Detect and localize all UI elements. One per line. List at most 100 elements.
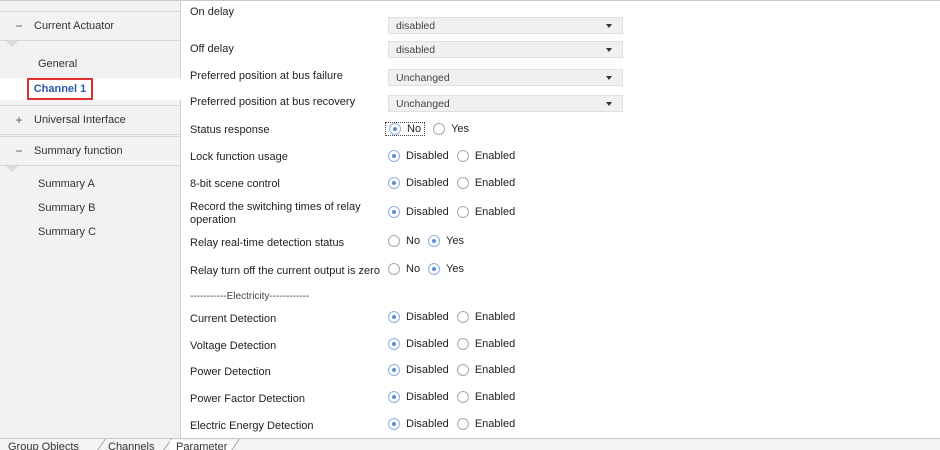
radio-option-disabled[interactable]: Disabled: [388, 338, 449, 350]
radio-selected-icon: [388, 177, 400, 189]
radio-label: Yes: [446, 263, 465, 275]
radio-label: Disabled: [406, 391, 449, 403]
radio-selected-icon: [428, 263, 441, 275]
radio-selected-icon: [388, 364, 400, 376]
tree-group-universal-interface[interactable]: + Universal Interface: [0, 105, 181, 135]
current-detection-radio-group: Disabled Enabled: [388, 311, 523, 323]
radio-option-yes[interactable]: Yes: [428, 235, 464, 247]
chevron-down-icon: [606, 24, 612, 28]
tab-divider: [95, 439, 106, 450]
tree-notch-icon: [6, 41, 18, 47]
tree-group-current-actuator[interactable]: − Current Actuator: [0, 11, 181, 41]
param-label: Power Factor Detection: [190, 393, 305, 405]
select-value: Unchanged: [396, 71, 450, 84]
radio-unselected-icon: [456, 338, 469, 350]
radio-label: Enabled: [474, 206, 516, 218]
sidebar-item-summary-c[interactable]: Summary C: [38, 226, 96, 238]
radio-option-enabled[interactable]: Enabled: [456, 311, 516, 323]
sidebar-item-general[interactable]: General: [38, 58, 77, 70]
tab-parameter[interactable]: Parameter: [170, 440, 234, 450]
radio-option-no[interactable]: No: [388, 263, 420, 275]
param-label: 8-bit scene control: [190, 178, 280, 190]
radio-unselected-icon: [456, 177, 469, 189]
radio-option-no[interactable]: No: [385, 122, 426, 136]
param-label: Record the switching times of relay oper…: [190, 201, 361, 226]
radio-option-enabled[interactable]: Enabled: [456, 391, 516, 403]
tree-group-summary-function[interactable]: − Summary function: [0, 136, 181, 166]
sidebar-item-summary-b[interactable]: Summary B: [38, 202, 95, 214]
lock-function-radio-group: Disabled Enabled: [388, 150, 523, 162]
radio-label: Enabled: [474, 150, 516, 162]
sidebar-item-summary-a[interactable]: Summary A: [38, 178, 95, 190]
radio-option-yes[interactable]: Yes: [433, 123, 469, 135]
radio-option-no[interactable]: No: [388, 235, 420, 247]
radio-label: No: [406, 235, 421, 247]
param-label: Off delay: [190, 43, 234, 55]
radio-label: Disabled: [406, 177, 449, 189]
radio-label: Disabled: [406, 418, 449, 430]
radio-option-enabled[interactable]: Enabled: [456, 338, 515, 350]
on-delay-select[interactable]: disabled: [388, 17, 623, 34]
radio-option-enabled[interactable]: Enabled: [456, 177, 516, 189]
sidebar-item-channel-1[interactable]: Channel 1: [27, 78, 93, 100]
radio-option-disabled[interactable]: Disabled: [388, 150, 449, 162]
radio-label: Enabled: [474, 391, 516, 403]
radio-option-enabled[interactable]: Enabled: [456, 364, 516, 376]
scene-control-radio-group: Disabled Enabled: [388, 177, 523, 189]
radio-label: Enabled: [474, 177, 516, 189]
radio-option-disabled[interactable]: Disabled: [388, 206, 449, 218]
radio-option-enabled[interactable]: Enabled: [456, 418, 515, 430]
radio-unselected-icon: [456, 418, 469, 430]
relay-detection-radio-group: No Yes: [388, 235, 472, 247]
radio-unselected-icon: [456, 206, 469, 218]
radio-unselected-icon: [456, 311, 469, 323]
radio-option-disabled[interactable]: Disabled: [388, 177, 449, 189]
radio-unselected-icon: [388, 263, 400, 275]
radio-option-disabled[interactable]: Disabled: [388, 418, 449, 430]
chevron-down-icon: [606, 48, 612, 52]
bottom-tab-bar: Group Objects Channels Parameter: [0, 438, 940, 450]
radio-option-enabled[interactable]: Enabled: [456, 150, 516, 162]
radio-selected-icon: [388, 418, 400, 430]
tree-group-label: Universal Interface: [34, 114, 126, 126]
radio-label: Disabled: [406, 338, 449, 350]
off-delay-select[interactable]: disabled: [388, 41, 623, 58]
radio-label: Enabled: [474, 364, 516, 376]
radio-option-yes[interactable]: Yes: [428, 263, 464, 275]
param-label: Preferred position at bus failure: [190, 70, 343, 82]
radio-unselected-icon: [456, 391, 469, 403]
param-label: Power Detection: [190, 366, 271, 378]
bus-failure-select[interactable]: Unchanged: [388, 69, 623, 86]
param-label: Relay turn off the current output is zer…: [190, 265, 380, 277]
tab-group-objects[interactable]: Group Objects: [8, 440, 79, 450]
radio-option-disabled[interactable]: Disabled: [388, 391, 449, 403]
radio-selected-icon: [388, 338, 400, 350]
tab-channels[interactable]: Channels: [108, 440, 154, 450]
power-factor-radio-group: Disabled Enabled: [388, 391, 523, 403]
param-label: On delay: [190, 6, 235, 18]
collapse-icon[interactable]: −: [13, 144, 25, 158]
radio-label: Disabled: [406, 206, 449, 218]
param-label: Relay real-time detection status: [190, 237, 345, 249]
radio-selected-icon: [428, 235, 441, 247]
param-label: Lock function usage: [190, 151, 288, 163]
collapse-icon[interactable]: −: [13, 19, 25, 33]
radio-label: Enabled: [474, 311, 516, 323]
radio-selected-icon: [388, 391, 400, 403]
radio-label: Yes: [451, 123, 470, 135]
select-value: disabled: [396, 19, 436, 32]
radio-unselected-icon: [456, 150, 469, 162]
select-value: Unchanged: [396, 97, 450, 110]
radio-unselected-icon: [388, 235, 400, 247]
expand-icon[interactable]: +: [13, 113, 25, 127]
radio-option-disabled[interactable]: Disabled: [388, 311, 449, 323]
radio-option-disabled[interactable]: Disabled: [388, 364, 449, 376]
radio-option-enabled[interactable]: Enabled: [456, 206, 516, 218]
parameter-panel: On delay disabled Off delay disabled Pre…: [182, 1, 940, 438]
param-label: Voltage Detection: [190, 340, 277, 352]
radio-selected-icon: [389, 123, 401, 135]
sidebar-tree: − Current Actuator General Channel 1 + U…: [0, 1, 181, 438]
radio-label: Yes: [446, 235, 465, 247]
bus-recovery-select[interactable]: Unchanged: [388, 95, 623, 112]
switching-times-radio-group: Disabled Enabled: [388, 206, 523, 218]
